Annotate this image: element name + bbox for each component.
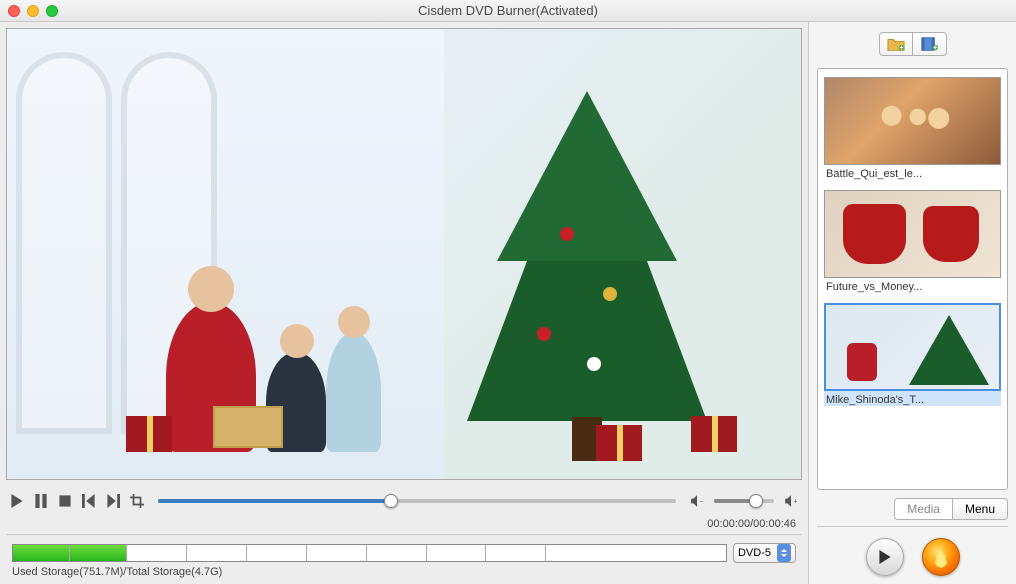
- stepper-icon: [777, 544, 791, 562]
- video-preview[interactable]: [6, 28, 802, 480]
- media-thumbnail: [824, 303, 1001, 391]
- media-item-label: Mike_Shinoda's_T...: [824, 391, 1001, 406]
- timecode-label: 00:00:00/00:00:46: [6, 518, 802, 534]
- media-item[interactable]: Mike_Shinoda's_T...: [824, 303, 1001, 406]
- media-item-label: Future_vs_Money...: [824, 278, 1001, 293]
- burn-button[interactable]: [922, 538, 960, 576]
- seek-slider[interactable]: [158, 499, 676, 503]
- tab-media[interactable]: Media: [894, 498, 953, 520]
- media-list: Battle_Qui_est_le... Future_vs_Money... …: [817, 68, 1008, 490]
- window-title: Cisdem DVD Burner(Activated): [0, 3, 1016, 18]
- volume-down-icon[interactable]: −: [690, 494, 704, 508]
- storage-bar: [12, 544, 727, 562]
- preview-play-button[interactable]: [866, 538, 904, 576]
- pause-button[interactable]: [34, 494, 48, 508]
- playback-controls: − +: [6, 480, 802, 518]
- media-thumbnail: [824, 77, 1001, 165]
- media-item[interactable]: Future_vs_Money...: [824, 190, 1001, 293]
- disc-type-select[interactable]: DVD-5: [733, 543, 796, 563]
- add-folder-button[interactable]: [879, 32, 913, 56]
- volume-slider[interactable]: [714, 499, 774, 503]
- next-button[interactable]: [106, 494, 120, 508]
- add-video-button[interactable]: [913, 32, 947, 56]
- title-bar: Cisdem DVD Burner(Activated): [0, 0, 1016, 22]
- svg-text:−: −: [699, 498, 703, 505]
- disc-type-value: DVD-5: [738, 547, 771, 559]
- panel-tabs: Media Menu: [817, 498, 1008, 520]
- media-item-label: Battle_Qui_est_le...: [824, 165, 1001, 180]
- media-thumbnail: [824, 190, 1001, 278]
- stop-button[interactable]: [58, 494, 72, 508]
- tab-menu[interactable]: Menu: [953, 498, 1008, 520]
- crop-button[interactable]: [130, 494, 144, 508]
- prev-button[interactable]: [82, 494, 96, 508]
- play-button[interactable]: [10, 494, 24, 508]
- media-item[interactable]: Battle_Qui_est_le...: [824, 77, 1001, 180]
- volume-up-icon[interactable]: +: [784, 494, 798, 508]
- svg-text:+: +: [793, 498, 797, 505]
- storage-label: Used Storage(751.7M)/Total Storage(4.7G): [12, 566, 796, 578]
